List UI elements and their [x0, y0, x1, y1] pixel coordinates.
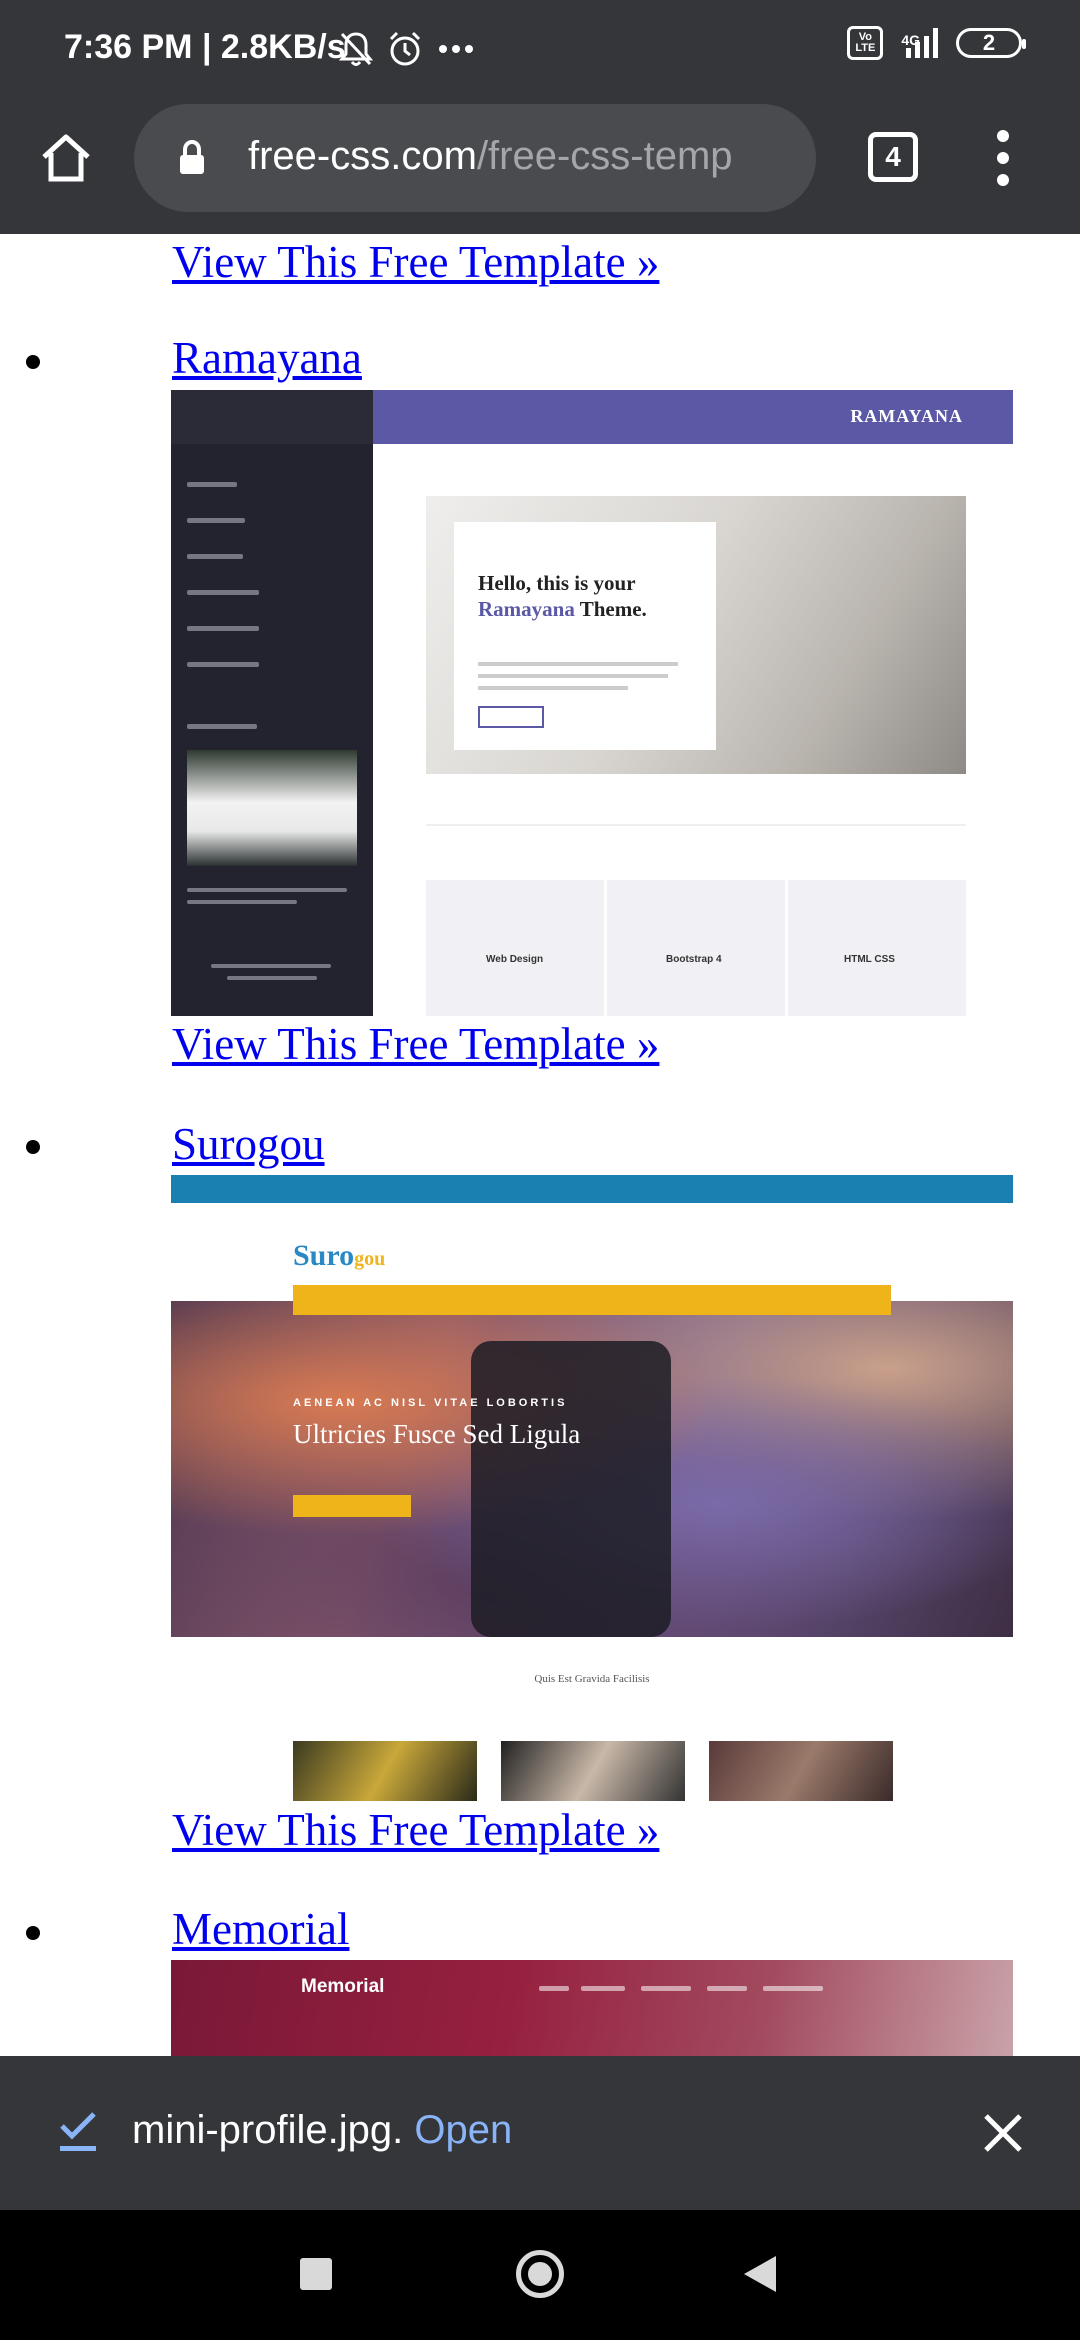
preview-sidebar [171, 390, 373, 1016]
home-button[interactable] [38, 130, 94, 186]
preview-nav-line [187, 590, 259, 595]
preview-phone-shape [471, 1341, 671, 1637]
preview-topbar [171, 1175, 1013, 1203]
download-bar: mini-profile.jpg. Open [0, 2056, 1080, 2210]
url-text: free-css.com/free-css-temp [248, 134, 804, 179]
preview-nav-line [187, 662, 259, 667]
status-icons: Vo LTE 4G 2 [847, 26, 1026, 60]
volte-icon: Vo LTE [847, 26, 884, 60]
preview-tile-label: HTML CSS [844, 954, 895, 965]
mute-bell-icon [338, 32, 374, 66]
preview-nav-line [187, 482, 237, 487]
preview-text-line [478, 662, 678, 666]
url-domain: free-css.com [248, 134, 477, 178]
url-path: /free-css-temp [476, 134, 733, 178]
more-dots-icon [439, 45, 473, 53]
preview-nav-line [187, 888, 347, 892]
alarm-icon [389, 31, 421, 66]
system-nav-bar [0, 2210, 1080, 2340]
preview-cta [293, 1495, 411, 1517]
preview-nav-line [539, 1986, 569, 1991]
list-bullet [26, 1140, 40, 1154]
preview-logo-accent: gou [354, 1248, 386, 1270]
status-bar: 7:36 PM | 2.8KB/s Vo LTE 4G 2 [0, 0, 1080, 100]
list-bullet [26, 1926, 40, 1940]
preview-nav [293, 1285, 891, 1315]
preview-hero-line: Hello, this is your [478, 571, 636, 595]
preview-hero-line: Theme. [574, 597, 647, 621]
template-preview-image[interactable]: RAMAYANA Hello, this is your Ramayana Th… [171, 390, 1013, 1016]
network-type: 4G [901, 32, 920, 48]
view-template-link[interactable]: View This Free Template » [172, 236, 659, 288]
home-icon [42, 134, 90, 182]
preview-nav-line [187, 626, 259, 631]
preview-kicker: AENEAN AC NISL VITAE LOBORTIS [293, 1397, 568, 1409]
preview-logo-main: Suro [293, 1239, 355, 1272]
close-icon[interactable] [978, 2108, 1028, 2158]
back-button[interactable] [744, 2256, 776, 2292]
preview-hero-accent: Ramayana [478, 597, 575, 621]
home-nav-button[interactable] [516, 2250, 564, 2298]
preview-nav-line [187, 900, 297, 904]
template-title-link[interactable]: Ramayana [172, 332, 362, 384]
list-bullet [26, 355, 40, 369]
recents-button[interactable] [300, 2258, 332, 2290]
template-title-link[interactable]: Memorial [172, 1903, 349, 1955]
status-time: 7:36 PM | 2.8KB/s [64, 28, 346, 66]
tab-switcher-button[interactable]: 4 [868, 132, 918, 182]
download-complete-icon [60, 2112, 96, 2151]
lock-icon [180, 140, 204, 174]
menu-dot [997, 174, 1009, 186]
address-bar[interactable]: free-css.com/free-css-temp [134, 104, 816, 212]
browser-toolbar: free-css.com/free-css-temp 4 [0, 100, 1080, 234]
overflow-menu-button[interactable] [990, 130, 1016, 186]
preview-nav-line [187, 724, 257, 729]
preview-nav-line [641, 1986, 691, 1991]
preview-text-line [478, 686, 628, 690]
preview-tiles: Web Design Bootstrap 4 HTML CSS [426, 880, 966, 1016]
view-template-link[interactable]: View This Free Template » [172, 1018, 659, 1070]
menu-dot [997, 130, 1009, 142]
preview-header: RAMAYANA [373, 390, 1013, 444]
preview-read-more [478, 706, 544, 728]
download-message: mini-profile.jpg. Open [132, 2108, 512, 2153]
template-title-link[interactable]: Surogou [172, 1118, 325, 1170]
preview-divider [426, 824, 966, 826]
preview-headline: Ultricies Fusce Sed Ligula [293, 1419, 581, 1449]
battery-level: 2 [982, 30, 996, 55]
preview-photo [501, 1741, 685, 1801]
preview-nav-line [211, 964, 331, 968]
menu-dot [997, 152, 1009, 164]
preview-hero-card: Hello, this is your Ramayana Theme. [454, 522, 716, 750]
preview-photo [293, 1741, 477, 1801]
preview-nav-line [581, 1986, 625, 1991]
preview-tile-label: Bootstrap 4 [666, 954, 722, 965]
preview-nav-line [187, 518, 245, 523]
view-template-link[interactable]: View This Free Template » [172, 1804, 659, 1856]
preview-logo: Memorial [301, 1976, 385, 1997]
preview-nav-line [187, 554, 243, 559]
download-open-button[interactable]: Open [414, 2108, 512, 2152]
preview-nav-line [763, 1986, 823, 1991]
preview-text-line [478, 674, 668, 678]
battery-icon: 2 [956, 28, 1026, 58]
preview-hero: AENEAN AC NISL VITAE LOBORTIS Ultricies … [171, 1301, 1013, 1637]
preview-logo: Surogou [293, 1239, 385, 1273]
preview-search [171, 390, 373, 444]
preview-section-title: Quis Est Gravida Facilisis [534, 1673, 650, 1685]
template-preview-image[interactable]: Memorial [171, 1960, 1013, 2056]
preview-nav-line [227, 976, 317, 980]
preview-featured-photo [187, 750, 357, 866]
preview-tile-divider [604, 880, 607, 1016]
preview-hero-heading: Hello, this is your Ramayana Theme. [478, 570, 647, 622]
page-content: View This Free Template » Ramayana RAMAY… [0, 234, 1080, 2056]
preview-tile-label: Web Design [486, 954, 544, 965]
preview-photo [709, 1741, 893, 1801]
template-preview-image[interactable]: Surogou AENEAN AC NISL VITAE LOBORTIS Ul… [171, 1175, 1013, 1801]
preview-tile-divider [785, 880, 788, 1016]
download-filename: mini-profile.jpg. [132, 2108, 404, 2152]
preview-brand: RAMAYANA [850, 406, 963, 426]
preview-nav-line [707, 1986, 747, 1991]
